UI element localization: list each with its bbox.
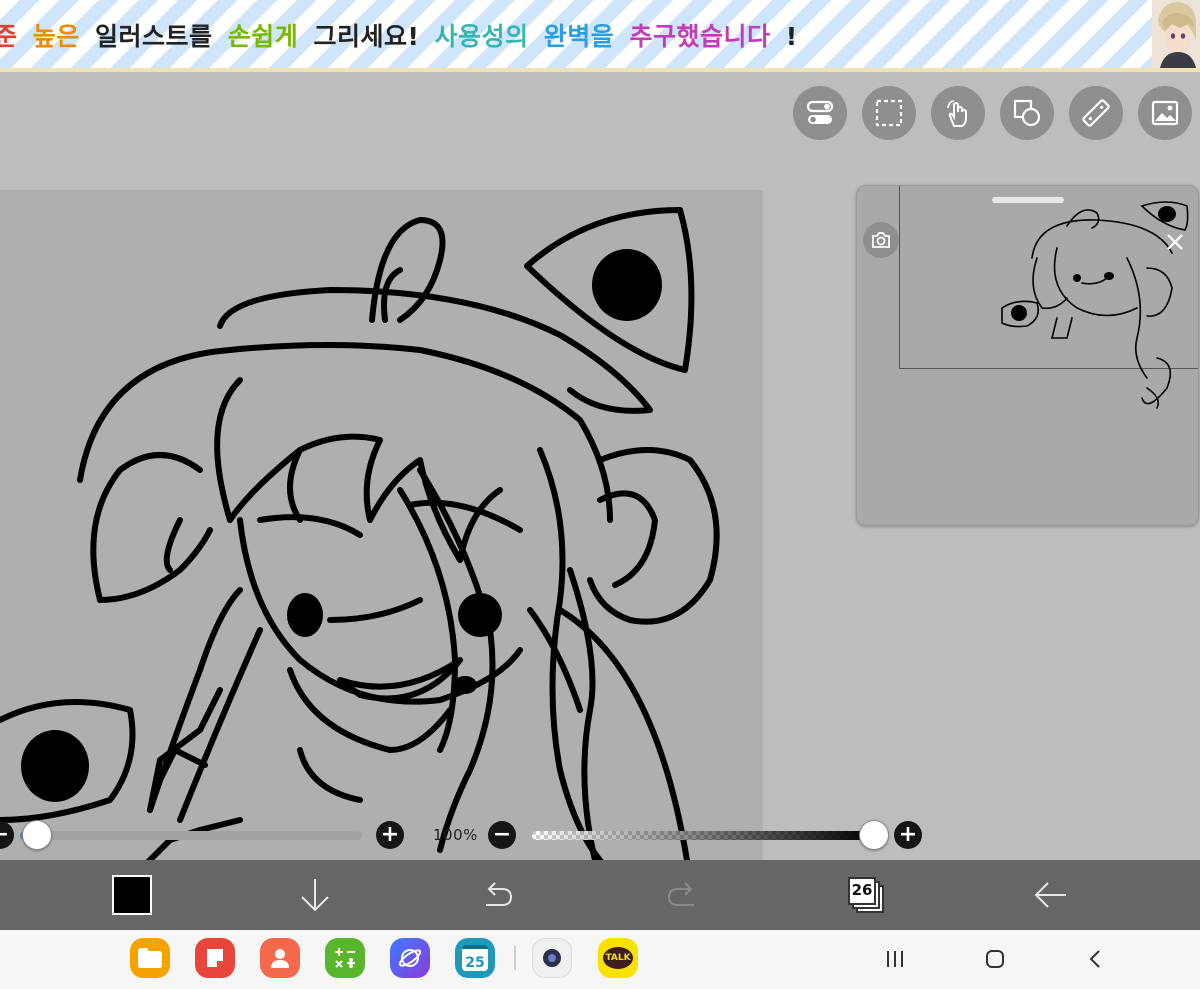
arrow-down-icon [301,879,329,912]
brush-size-increase-button[interactable]: + [376,821,404,849]
banner-word: ! [785,22,798,51]
kakaotalk-app-icon[interactable]: TALK [598,938,638,978]
layers-button[interactable]: 26 [826,860,906,930]
banner-character-image [1152,0,1200,68]
banner-word: 준 [0,22,18,51]
hand-tool-icon [947,100,967,127]
banner-word: 사용성의 [434,22,529,51]
ruler-button[interactable] [1069,86,1123,140]
kakaotalk-label: TALK [603,947,633,969]
camera-icon [872,232,890,248]
navigator-panel[interactable] [856,185,1199,526]
banner-word: 높은 [32,22,80,51]
calendar-app-icon[interactable]: 25 [455,938,495,978]
opacity-increase-button[interactable]: + [894,821,922,849]
system-navigation-bar: 25 TALK [0,930,1200,989]
banner-word: 일러스트를 [94,22,213,51]
bottom-toolbar: 26 [0,860,1200,930]
home-icon [986,950,1004,968]
selection-icon [875,99,903,127]
ad-banner[interactable]: 준 높은 일러스트를 손쉽게 그리세요! 사용성의 완벽을 추구했습니다 ! [0,0,1200,72]
current-color-swatch [112,875,152,915]
navigator-close-button[interactable] [1157,224,1193,260]
opacity-value: 100% [433,826,478,844]
color-picker-button[interactable] [92,860,172,930]
camera-app-icon[interactable] [532,938,572,978]
undo-button[interactable] [458,860,538,930]
calculator-app-icon[interactable] [325,938,365,978]
banner-word: 완벽을 [543,22,615,51]
files-app-icon[interactable] [130,938,170,978]
redo-icon [667,882,694,906]
canvas-area[interactable]: − + 100% − + [0,76,1200,880]
download-button[interactable] [275,860,355,930]
image-icon [1151,100,1179,126]
toggle-button[interactable] [793,86,847,140]
slider-row: − + 100% − + [0,820,1200,850]
banner-word: 손쉽게 [227,22,299,51]
brush-size-slider[interactable] [20,831,362,840]
recent-apps-button[interactable] [880,944,910,974]
calendar-date: 25 [462,945,488,971]
brush-size-knob[interactable] [22,820,53,850]
brush-size-decrease-button[interactable]: − [0,821,14,849]
selection-button[interactable] [862,86,916,140]
shapes-button[interactable] [1000,86,1054,140]
notes-app-icon[interactable] [195,938,235,978]
system-back-button[interactable] [1080,944,1110,974]
banner-word: 그리세요! [313,22,420,51]
chevron-left-icon [1089,950,1100,968]
dock-divider [514,946,516,970]
shapes-icon [1013,99,1041,127]
ruler-icon [1082,99,1110,127]
recent-apps-icon [887,951,903,967]
banner-word: 추구했습니다 [629,22,771,51]
undo-icon [486,882,513,906]
back-button[interactable] [1010,860,1090,930]
artwork-lineart[interactable] [0,190,763,880]
opacity-knob[interactable] [859,820,889,850]
home-button[interactable] [980,944,1010,974]
close-icon [1167,234,1183,250]
opacity-slider[interactable] [532,831,874,840]
navigator-camera-button[interactable] [863,222,899,258]
layers-icon: 26 [848,877,884,913]
redo-button[interactable] [642,860,722,930]
image-button[interactable] [1138,86,1192,140]
toggle-icon [806,100,834,124]
layer-count: 26 [851,881,873,899]
opacity-decrease-button[interactable]: − [488,821,516,849]
internet-app-icon[interactable] [390,938,430,978]
arrow-left-icon [1034,882,1066,908]
contacts-app-icon[interactable] [260,938,300,978]
banner-text: 준 높은 일러스트를 손쉽게 그리세요! 사용성의 완벽을 추구했습니다 ! [0,17,804,53]
hand-tool-button[interactable] [931,86,985,140]
